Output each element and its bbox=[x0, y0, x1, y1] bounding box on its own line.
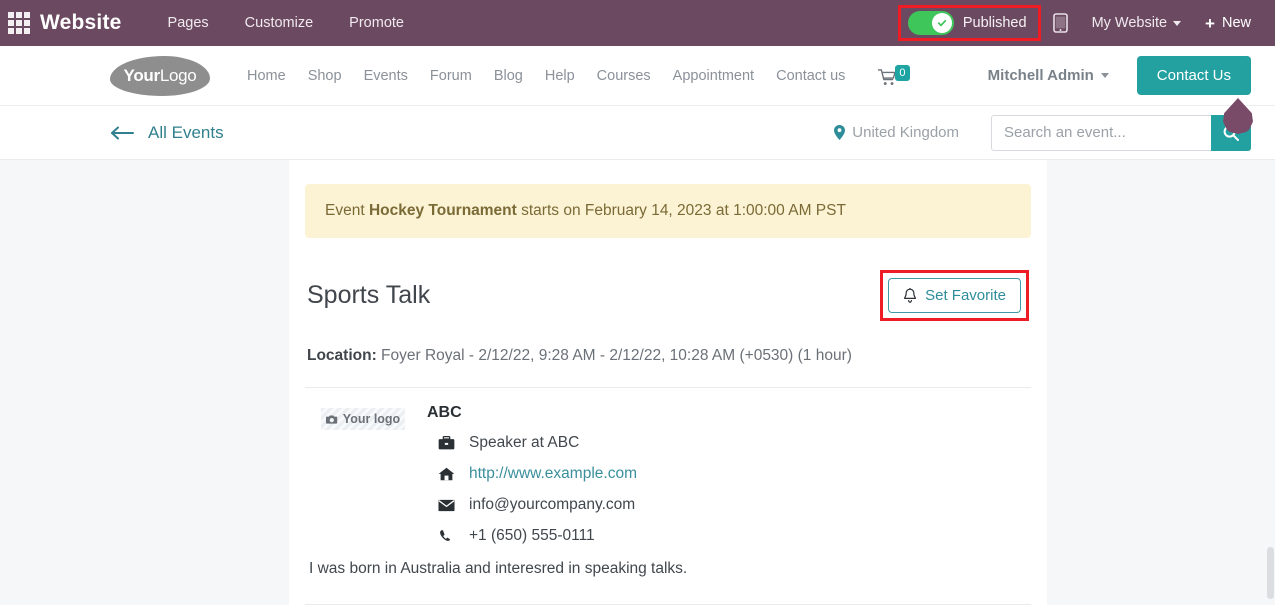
home-icon bbox=[437, 467, 455, 481]
speaker-website-row: http://www.example.com bbox=[437, 465, 637, 483]
publish-label: Published bbox=[962, 15, 1027, 31]
alert-event-name: Hockey Tournament bbox=[368, 202, 517, 219]
speaker-role-row: Speaker at ABC bbox=[437, 434, 637, 452]
site-nav: Home Shop Events Forum Blog Help Courses… bbox=[236, 60, 856, 92]
set-favorite-button[interactable]: Set Favorite bbox=[888, 278, 1021, 313]
set-favorite-holder: Set Favorite bbox=[880, 270, 1029, 321]
speaker-logo-placeholder: Your logo bbox=[321, 408, 405, 430]
location-label: Location: bbox=[307, 347, 377, 364]
publish-switch-knob bbox=[931, 13, 952, 33]
nav-item-home[interactable]: Home bbox=[236, 60, 297, 92]
mobile-phone-glyph bbox=[1052, 13, 1068, 33]
speaker-email-row: info@yourcompany.com bbox=[437, 496, 637, 514]
speaker-website-link[interactable]: http://www.example.com bbox=[469, 465, 637, 483]
publish-switch[interactable] bbox=[907, 11, 954, 35]
user-menu[interactable]: Mitchell Admin bbox=[988, 67, 1109, 84]
backend-menu-pages[interactable]: Pages bbox=[150, 9, 227, 37]
map-pin-icon bbox=[834, 125, 846, 140]
mobile-preview-icon[interactable] bbox=[1041, 7, 1080, 39]
backend-menu-promote[interactable]: Promote bbox=[331, 9, 422, 37]
location-value: Foyer Royal - 2/12/22, 9:28 AM - 2/12/22… bbox=[376, 347, 852, 364]
nav-item-blog[interactable]: Blog bbox=[483, 60, 534, 92]
speaker-block: Your logo ABC Speaker at ABC http://www.… bbox=[305, 388, 1031, 604]
chevron-down-icon bbox=[1100, 73, 1109, 78]
event-location-filter[interactable]: United Kingdom bbox=[834, 124, 959, 141]
back-link-label: All Events bbox=[148, 122, 224, 142]
app-brand-title[interactable]: Website bbox=[40, 11, 122, 35]
alert-suffix: starts on February 14, 2023 at 1:00:00 A… bbox=[516, 202, 846, 219]
speaker-bio: I was born in Australia and interesred i… bbox=[309, 560, 688, 577]
page-body: Event Hockey Tournament starts on Februa… bbox=[0, 160, 1275, 605]
new-button[interactable]: + New bbox=[1193, 9, 1261, 38]
camera-icon bbox=[325, 415, 337, 424]
website-header: YourLogo Home Shop Events Forum Blog Hel… bbox=[0, 46, 1275, 134]
events-sub-header: All Events United Kingdom bbox=[0, 106, 1275, 160]
backend-menu: Pages Customize Promote bbox=[150, 9, 422, 37]
bell-icon bbox=[904, 287, 917, 303]
phone-icon bbox=[437, 529, 455, 544]
contact-us-button[interactable]: Contact Us bbox=[1136, 56, 1251, 95]
envelope-icon bbox=[437, 499, 455, 512]
event-start-alert: Event Hockey Tournament starts on Februa… bbox=[305, 184, 1031, 238]
nav-item-contact-us[interactable]: Contact us bbox=[765, 60, 856, 92]
droplet-decoration bbox=[1223, 98, 1253, 134]
speaker-phone-text: +1 (650) 555-0111 bbox=[469, 527, 595, 544]
talk-location-line: Location: Foyer Royal - 2/12/22, 9:28 AM… bbox=[305, 347, 1031, 365]
page-scrollbar[interactable] bbox=[1267, 547, 1274, 599]
publish-toggle[interactable]: Published bbox=[897, 5, 1041, 41]
search-input[interactable] bbox=[991, 114, 1211, 151]
cart-count-badge: 0 bbox=[895, 65, 910, 82]
talk-title-row: Sports Talk Set Favorite bbox=[305, 270, 1031, 321]
new-button-label: New bbox=[1221, 15, 1251, 31]
back-to-all-events-link[interactable]: All Events bbox=[110, 123, 224, 143]
nav-item-help[interactable]: Help bbox=[534, 60, 586, 92]
chevron-down-icon bbox=[1173, 20, 1182, 26]
site-logo-light: Logo bbox=[159, 65, 197, 85]
site-logo[interactable]: YourLogo bbox=[110, 55, 210, 96]
site-logo-bold: Your bbox=[123, 65, 161, 85]
nav-item-forum[interactable]: Forum bbox=[419, 60, 483, 92]
event-location-label: United Kingdom bbox=[852, 124, 959, 141]
apps-grid-icon[interactable] bbox=[6, 10, 32, 36]
speaker-email-text: info@yourcompany.com bbox=[469, 496, 636, 513]
set-favorite-label: Set Favorite bbox=[925, 287, 1006, 304]
nav-item-appointment[interactable]: Appointment bbox=[662, 60, 765, 92]
backend-bar-right: Published My Website + New bbox=[897, 5, 1265, 41]
check-icon bbox=[935, 16, 949, 30]
speaker-logo-label: Your logo bbox=[342, 412, 401, 426]
speaker-phone-row: +1 (650) 555-0111 bbox=[437, 527, 637, 545]
arrow-left-icon bbox=[110, 126, 134, 140]
speaker-name: ABC bbox=[427, 404, 462, 421]
nav-item-courses[interactable]: Courses bbox=[586, 60, 662, 92]
speaker-row: Your logo ABC Speaker at ABC http://www.… bbox=[307, 404, 1029, 558]
alert-prefix: Event bbox=[325, 202, 369, 219]
event-search-group bbox=[991, 114, 1251, 151]
speaker-contact-list: Speaker at ABC http://www.example.com in… bbox=[427, 434, 637, 545]
cart-button[interactable]: 0 bbox=[878, 65, 910, 86]
nav-item-shop[interactable]: Shop bbox=[297, 60, 353, 92]
speaker-info: ABC Speaker at ABC http://www.example.co… bbox=[427, 404, 637, 558]
page-title: Sports Talk bbox=[307, 281, 431, 309]
briefcase-icon bbox=[437, 436, 455, 450]
event-talk-card: Event Hockey Tournament starts on Februa… bbox=[289, 160, 1047, 605]
backend-top-bar: Website Pages Customize Promote Publishe… bbox=[0, 0, 1275, 46]
nav-item-events[interactable]: Events bbox=[353, 60, 419, 92]
website-selector[interactable]: My Website bbox=[1080, 9, 1193, 37]
backend-menu-customize[interactable]: Customize bbox=[227, 9, 332, 37]
user-menu-label: Mitchell Admin bbox=[987, 67, 1094, 84]
website-selector-label: My Website bbox=[1091, 15, 1168, 31]
plus-icon: + bbox=[1205, 13, 1215, 33]
speaker-role-text: Speaker at ABC bbox=[469, 434, 580, 451]
